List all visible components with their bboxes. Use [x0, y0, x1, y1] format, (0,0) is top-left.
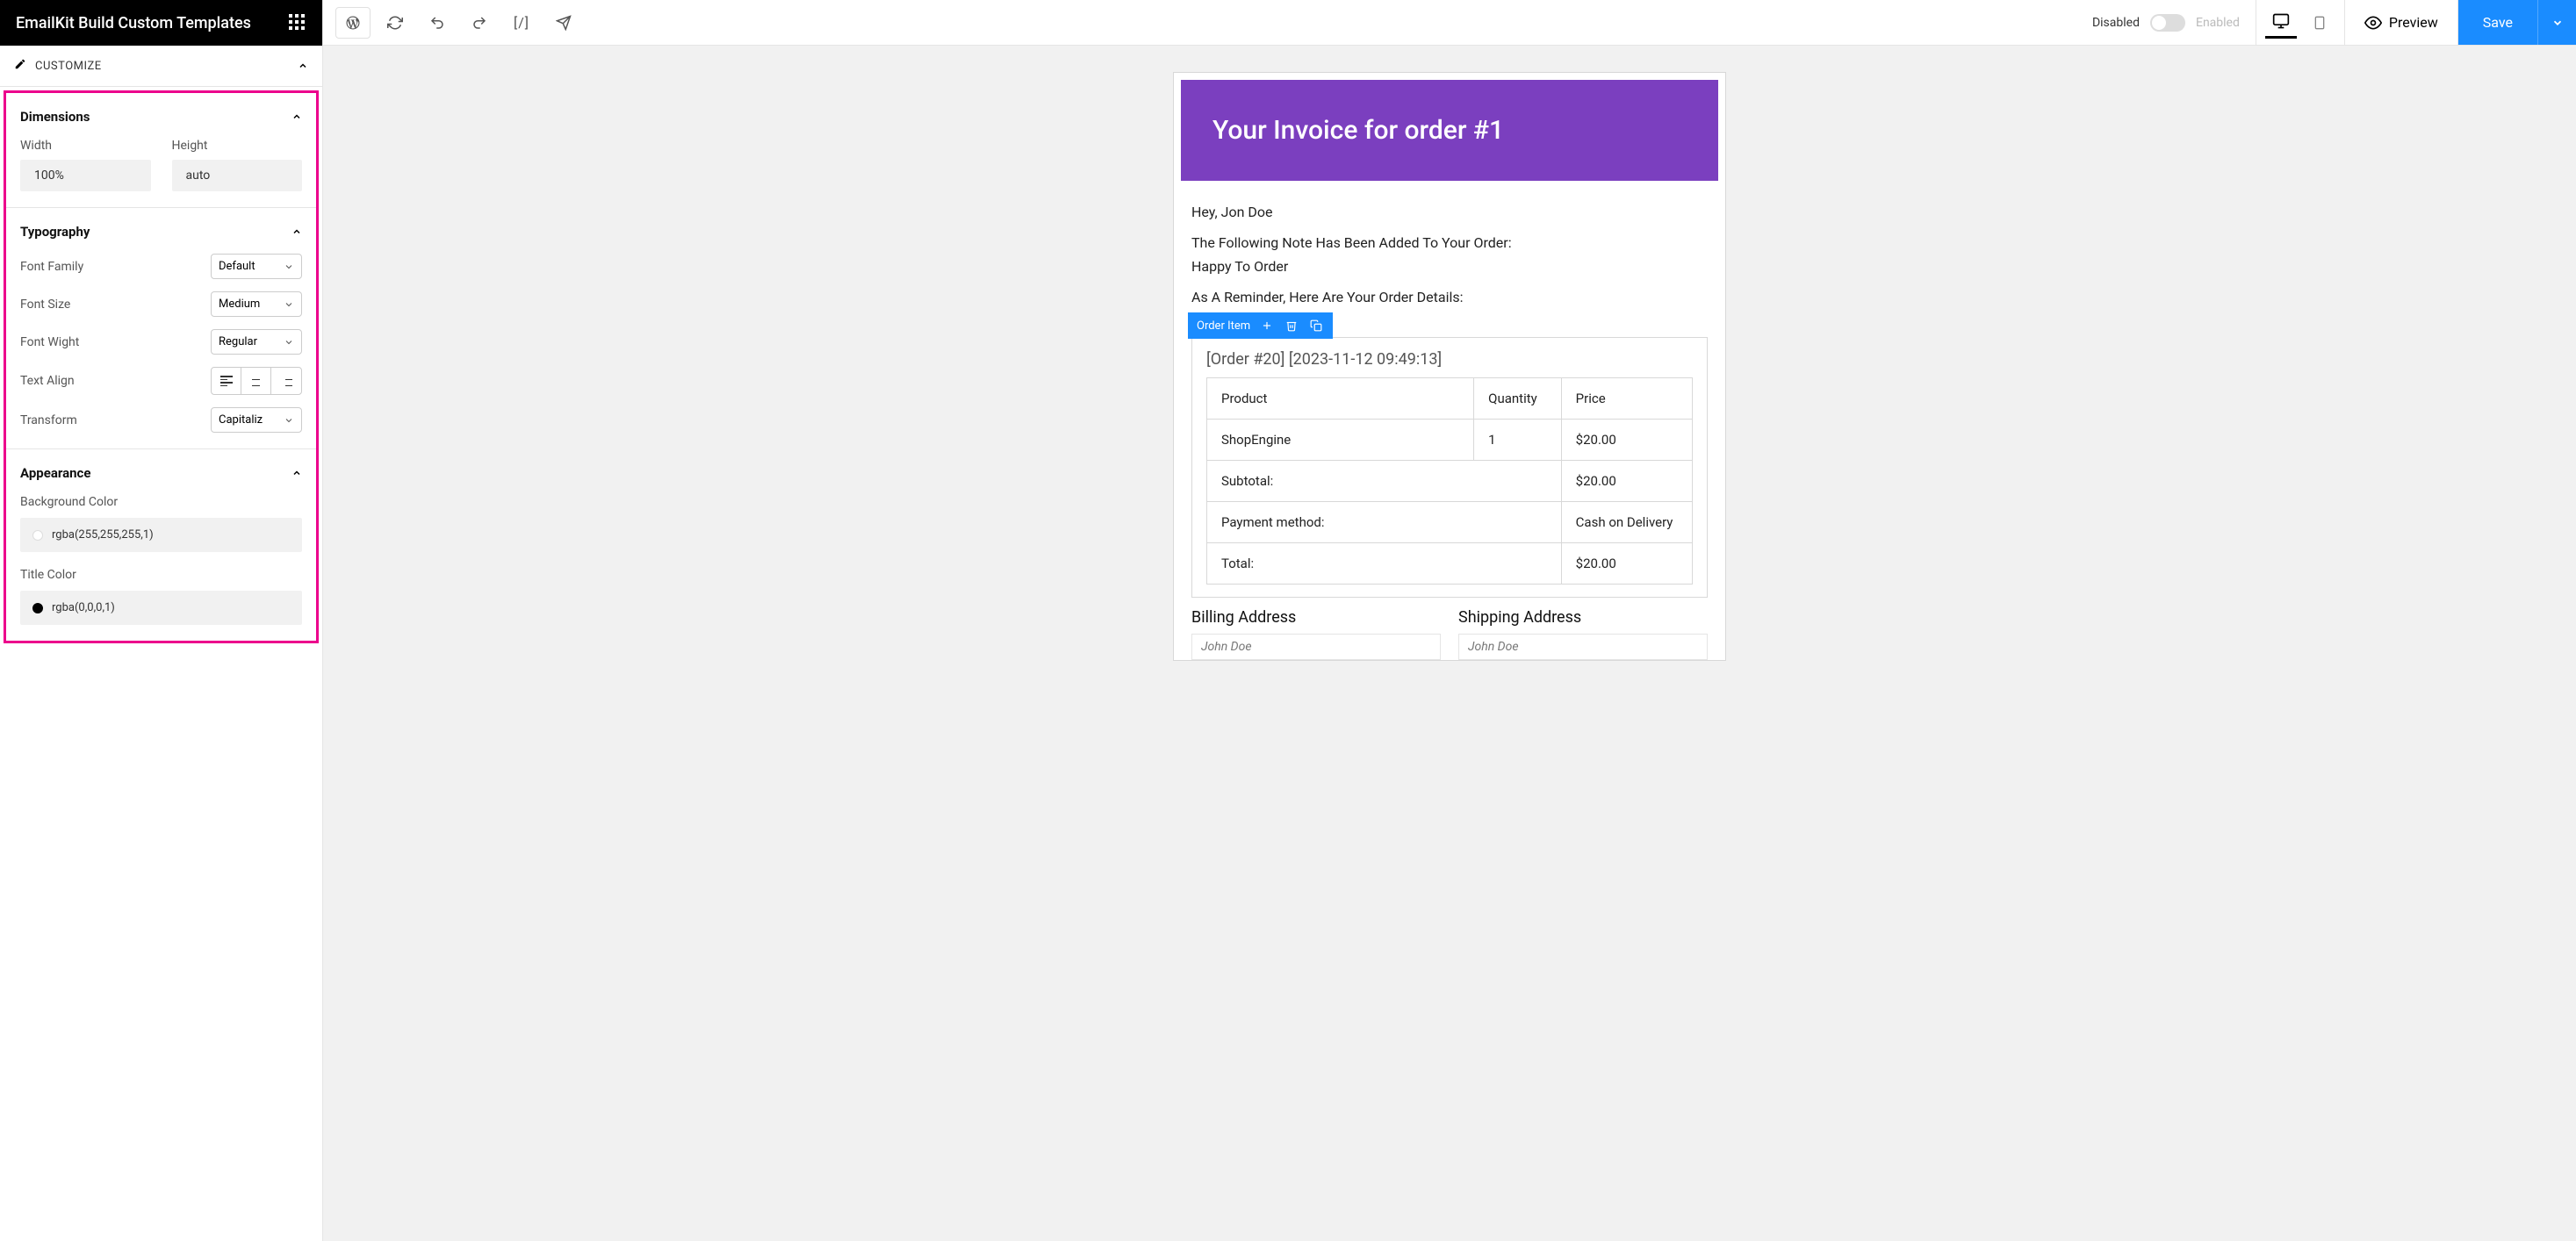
- dimensions-section: Dimensions Width Height: [6, 93, 316, 208]
- align-left-button[interactable]: [212, 368, 241, 394]
- highlighted-panels: Dimensions Width Height Typ: [4, 90, 319, 643]
- typography-header[interactable]: Typography: [20, 224, 302, 240]
- mobile-device-button[interactable]: [2304, 7, 2335, 39]
- wordpress-icon[interactable]: [335, 7, 371, 39]
- sidebar: EmailKit Build Custom Templates CUSTOMIZ…: [0, 0, 323, 1241]
- note-line: The Following Note Has Been Added To You…: [1191, 234, 1708, 251]
- width-label: Width: [20, 139, 151, 153]
- font-family-label: Font Family: [20, 260, 83, 274]
- font-weight-label: Font Wight: [20, 335, 79, 349]
- save-dropdown-button[interactable]: [2537, 0, 2576, 45]
- font-weight-select[interactable]: Regular: [211, 329, 302, 355]
- table-row: Payment method: Cash on Delivery: [1207, 502, 1693, 543]
- billing-address-block[interactable]: Billing Address John Doe: [1191, 608, 1441, 660]
- text-align-group: [211, 367, 302, 395]
- chevron-up-icon: [291, 111, 302, 122]
- chevron-down-icon: [2551, 17, 2564, 29]
- undo-icon[interactable]: [420, 7, 455, 39]
- appearance-header[interactable]: Appearance: [20, 465, 302, 481]
- save-button[interactable]: Save: [2458, 0, 2537, 45]
- width-input[interactable]: [20, 160, 151, 191]
- apps-grid-icon[interactable]: [289, 14, 306, 32]
- address-row: Billing Address John Doe Shipping Addres…: [1174, 598, 1725, 660]
- disabled-label: Disabled: [2092, 16, 2140, 30]
- eye-icon: [2364, 14, 2382, 32]
- align-center-button[interactable]: [241, 368, 271, 394]
- send-icon[interactable]: [546, 7, 581, 39]
- canvas[interactable]: Your Invoice for order #1 Hey, Jon Doe T…: [323, 46, 2576, 1241]
- note-body: Happy To Order: [1191, 258, 1708, 275]
- dimensions-header[interactable]: Dimensions: [20, 109, 302, 125]
- table-row: Total: $20.00: [1207, 543, 1693, 585]
- height-input[interactable]: [172, 160, 303, 191]
- transform-label: Transform: [20, 413, 77, 427]
- sidebar-header: EmailKit Build Custom Templates: [0, 0, 322, 46]
- chevron-down-icon: [284, 337, 294, 348]
- invoice-hero[interactable]: Your Invoice for order #1: [1181, 80, 1718, 181]
- bg-color-swatch: [32, 530, 43, 541]
- reminder-text: As A Reminder, Here Are Your Order Detai…: [1191, 289, 1708, 305]
- font-size-select[interactable]: Medium: [211, 291, 302, 317]
- main: [/] Disabled Enabled: [323, 0, 2576, 1241]
- title-color-input[interactable]: rgba(0,0,0,1): [20, 591, 302, 625]
- topbar: [/] Disabled Enabled: [323, 0, 2576, 46]
- table-row: Subtotal: $20.00: [1207, 461, 1693, 502]
- col-quantity: Quantity: [1474, 378, 1562, 420]
- delete-block-button[interactable]: [1284, 318, 1299, 334]
- shipping-address-block[interactable]: Shipping Address John Doe: [1458, 608, 1708, 660]
- table-row: ShopEngine 1 $20.00: [1207, 420, 1693, 461]
- table-header-row: Product Quantity Price: [1207, 378, 1693, 420]
- typography-section: Typography Font Family Default Font Size…: [6, 208, 316, 449]
- align-right-button[interactable]: [271, 368, 301, 394]
- font-size-label: Font Size: [20, 298, 70, 312]
- redo-icon[interactable]: [462, 7, 497, 39]
- col-product: Product: [1207, 378, 1474, 420]
- preview-button[interactable]: Preview: [2345, 0, 2458, 45]
- block-toolbar-label: Order Item: [1197, 319, 1250, 333]
- shortcode-icon[interactable]: [/]: [504, 7, 539, 39]
- text-align-label: Text Align: [20, 374, 75, 388]
- transform-select[interactable]: Capitaliz: [211, 407, 302, 433]
- invoice-title: Your Invoice for order #1: [1212, 115, 1687, 146]
- block-toolbar: Order Item: [1188, 312, 1333, 339]
- font-family-select[interactable]: Default: [211, 254, 302, 279]
- pencil-icon: [14, 58, 26, 74]
- order-meta: [Order #20] [2023-11-12 09:49:13]: [1206, 350, 1693, 369]
- add-block-button[interactable]: [1259, 318, 1275, 334]
- email-template[interactable]: Your Invoice for order #1 Hey, Jon Doe T…: [1173, 72, 1726, 661]
- chevron-up-icon: [291, 226, 302, 237]
- app-title: EmailKit Build Custom Templates: [16, 14, 251, 32]
- height-label: Height: [172, 139, 303, 153]
- enabled-toggle-block: Disabled Enabled: [2076, 0, 2256, 45]
- chevron-down-icon: [284, 299, 294, 310]
- greeting-text: Hey, Jon Doe: [1191, 204, 1708, 220]
- chevron-down-icon: [284, 415, 294, 426]
- col-price: Price: [1561, 378, 1692, 420]
- customize-label: CUSTOMIZE: [35, 60, 102, 73]
- order-item-block[interactable]: [Order #20] [2023-11-12 09:49:13] Produc…: [1191, 337, 1708, 598]
- device-switcher: [2256, 0, 2345, 45]
- title-color-swatch: [32, 603, 43, 613]
- enabled-toggle[interactable]: [2150, 14, 2185, 32]
- customize-row[interactable]: CUSTOMIZE: [0, 46, 322, 87]
- refresh-icon[interactable]: [378, 7, 413, 39]
- title-color-label: Title Color: [20, 568, 302, 582]
- appearance-section: Appearance Background Color rgba(255,255…: [6, 449, 316, 641]
- chevron-up-icon: [291, 468, 302, 478]
- duplicate-block-button[interactable]: [1308, 318, 1324, 334]
- bg-color-input[interactable]: rgba(255,255,255,1): [20, 518, 302, 552]
- chevron-down-icon: [284, 262, 294, 272]
- bg-color-label: Background Color: [20, 495, 302, 509]
- enabled-label: Enabled: [2196, 16, 2240, 30]
- chevron-up-icon: [298, 61, 308, 71]
- desktop-device-button[interactable]: [2265, 7, 2297, 39]
- order-table: Product Quantity Price ShopEngine 1 $20.…: [1206, 377, 1693, 585]
